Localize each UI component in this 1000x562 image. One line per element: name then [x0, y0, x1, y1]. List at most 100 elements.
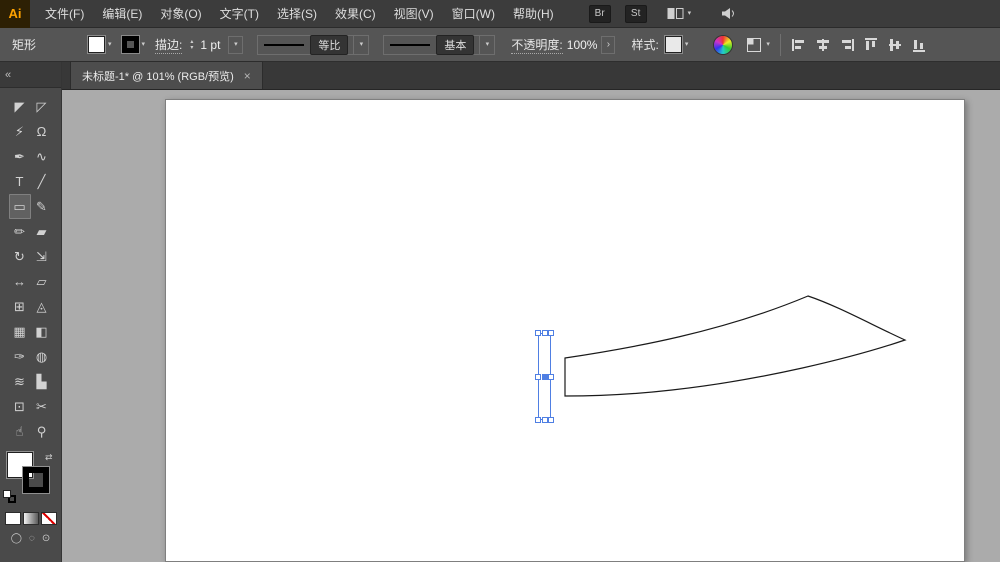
menu-edit[interactable]: 编辑(E)	[93, 0, 151, 28]
chevron-down-icon: ▾	[353, 35, 368, 54]
menu-type[interactable]: 文字(T)	[211, 0, 268, 28]
close-icon[interactable]: ×	[244, 69, 251, 83]
color-button[interactable]	[4, 512, 21, 525]
chevron-down-icon: ▾	[108, 41, 112, 48]
menu-items: 文件(F) 编辑(E) 对象(O) 文字(T) 选择(S) 效果(C) 视图(V…	[36, 0, 563, 27]
workspace-switcher[interactable]: ▾	[667, 7, 691, 20]
line-segment-tool[interactable]: ╱	[31, 169, 53, 194]
scale-tool[interactable]: ⇲	[31, 244, 53, 269]
pencil-tool[interactable]: ✏	[9, 219, 31, 244]
perspective-grid-tool[interactable]: ◬	[31, 294, 53, 319]
free-transform-icon: ▱	[36, 273, 47, 289]
shape-properties-dropdown[interactable]: ▾	[746, 37, 770, 53]
selection-handle-bottom-left[interactable]	[535, 417, 541, 423]
selection-handle-middle-right[interactable]	[548, 374, 554, 380]
stroke-swatch[interactable]	[121, 36, 139, 53]
menu-object[interactable]: 对象(O)	[151, 0, 210, 28]
canvas-area[interactable]	[62, 90, 1000, 562]
magic-wand-icon: ⚡	[14, 123, 25, 139]
style-swatch[interactable]	[664, 36, 682, 53]
recolor-artwork-icon[interactable]	[714, 35, 733, 54]
graphic-style-control[interactable]: ▾	[664, 36, 688, 53]
selection-handle-top-right[interactable]	[548, 330, 554, 336]
menu-window[interactable]: 窗口(W)	[443, 0, 504, 28]
lasso-icon: Ω	[36, 124, 47, 139]
shape-builder-tool[interactable]: ⊞	[9, 294, 31, 319]
eyedropper-tool[interactable]: ✑	[9, 344, 31, 369]
stepper-down-icon[interactable]: ▾	[190, 45, 193, 51]
swap-fill-stroke-icon[interactable]: ⇄	[45, 452, 53, 463]
lasso-tool[interactable]: Ω	[31, 119, 53, 144]
blend-icon: ◍	[35, 348, 48, 364]
align-left-button[interactable]	[791, 37, 807, 53]
width-profile-dropdown[interactable]: 等比 ▾	[257, 34, 370, 55]
gradient-button[interactable]	[22, 512, 39, 525]
menu-help[interactable]: 帮助(H)	[504, 0, 563, 28]
hand-tool[interactable]: ☝	[9, 419, 31, 444]
paintbrush-tool[interactable]: ✎	[31, 194, 53, 219]
none-button[interactable]	[40, 512, 57, 525]
mesh-tool[interactable]: ▦	[9, 319, 31, 344]
opacity-value[interactable]: 100%	[563, 38, 602, 52]
artboard	[165, 99, 965, 562]
stroke-color-control[interactable]: ▾	[121, 36, 145, 53]
draw-normal-mode-icon[interactable]: ◯	[11, 533, 22, 544]
fill-swatch[interactable]	[88, 36, 106, 53]
zoom-tool[interactable]: ⚲	[31, 419, 53, 444]
curvature-icon: ∿	[36, 148, 47, 164]
free-transform-tool[interactable]: ▱	[31, 269, 53, 294]
stroke-color-box[interactable]	[23, 467, 49, 493]
fill-color-control[interactable]: ▾	[88, 36, 112, 53]
eraser-icon: ▰	[36, 223, 47, 239]
pen-tool[interactable]: ✒	[9, 144, 31, 169]
workspace-icon	[667, 8, 684, 19]
selection-handle-middle-left[interactable]	[535, 374, 541, 380]
style-label: 样式:	[631, 38, 659, 52]
pencil-icon: ✏	[14, 223, 25, 239]
menu-view[interactable]: 视图(V)	[385, 0, 443, 28]
draw-behind-mode-icon[interactable]: ◌	[29, 533, 35, 544]
symbol-sprayer-tool[interactable]: ≋	[9, 369, 31, 394]
brush-preview	[390, 43, 431, 46]
blend-tool[interactable]: ◍	[31, 344, 53, 369]
document-tab[interactable]: 未标题-1* @ 101% (RGB/预览) ×	[70, 61, 263, 89]
collapse-panel-icon[interactable]: «	[5, 69, 11, 81]
align-horizontal-center-button[interactable]	[815, 37, 831, 53]
type-tool[interactable]: T	[9, 169, 31, 194]
slice-tool[interactable]: ✂	[31, 394, 53, 419]
brush-definition-dropdown[interactable]: 基本 ▾	[383, 34, 496, 55]
stroke-panel-link[interactable]: 描边:	[155, 36, 183, 54]
opacity-panel-link[interactable]: 不透明度:	[511, 36, 563, 54]
align-top-button[interactable]	[863, 37, 879, 53]
width-tool[interactable]: ↔	[9, 269, 31, 294]
menu-file[interactable]: 文件(F)	[36, 0, 93, 28]
zoom-icon: ⚲	[36, 423, 47, 439]
rectangle-tool[interactable]: ▭	[8, 194, 31, 219]
eraser-tool[interactable]: ▰	[31, 219, 53, 244]
selection-handle-top-left[interactable]	[535, 330, 541, 336]
column-graph-tool[interactable]: ▙	[31, 369, 53, 394]
draw-inside-mode-icon[interactable]: ⊙	[42, 533, 50, 544]
selection-tool[interactable]: ◤	[9, 94, 31, 119]
stroke-weight-value[interactable]: 1 pt	[196, 38, 224, 52]
curvature-tool[interactable]: ∿	[31, 144, 53, 169]
stroke-weight-stepper[interactable]: ▴ ▾	[190, 39, 193, 51]
direct-selection-tool[interactable]: ◸	[31, 94, 53, 119]
align-right-button[interactable]	[839, 37, 855, 53]
align-bottom-button[interactable]	[911, 37, 927, 53]
stock-badge[interactable]: St	[624, 4, 647, 23]
gradient-tool[interactable]: ◧	[31, 319, 53, 344]
rotate-tool[interactable]: ↻	[9, 244, 31, 269]
menu-select[interactable]: 选择(S)	[268, 0, 326, 28]
bridge-badge[interactable]: Br	[588, 4, 611, 23]
align-vertical-center-button[interactable]	[887, 37, 903, 53]
share-feedback-icon[interactable]	[721, 7, 736, 20]
selection-handle-bottom-right[interactable]	[548, 417, 554, 423]
menu-effect[interactable]: 效果(C)	[326, 0, 385, 28]
default-fill-icon[interactable]	[3, 490, 11, 498]
rectangle-icon: ▭	[13, 198, 26, 214]
stroke-weight-dropdown[interactable]: ▾	[228, 35, 244, 54]
magic-wand-tool[interactable]: ⚡	[9, 119, 31, 144]
artboard-tool[interactable]: ⊡	[9, 394, 31, 419]
opacity-expand-button[interactable]: ›	[601, 35, 616, 54]
